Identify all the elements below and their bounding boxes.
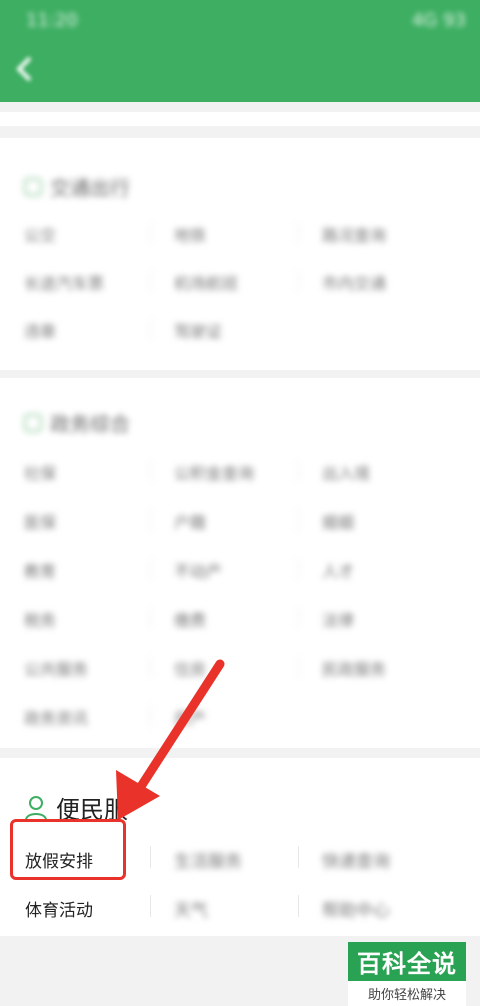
affairs-item[interactable]: 婚姻 (322, 509, 354, 533)
affairs-item[interactable]: 房产 (174, 705, 206, 729)
traffic-section: 交通出行 公交 地铁 路况查询 长途汽车票 机场航班 市内交通 违章 驾驶证 (0, 138, 480, 370)
affairs-item[interactable]: 户籍 (174, 509, 206, 533)
top-strip (0, 112, 480, 126)
traffic-item[interactable]: 驾驶证 (174, 318, 222, 342)
divider (298, 895, 299, 917)
affairs-item[interactable]: 教育 (24, 558, 56, 582)
affairs-item[interactable]: 政务资讯 (24, 705, 88, 729)
affairs-item[interactable]: 法律 (322, 607, 354, 631)
watermark-logo: 百科全说 助你轻松解决 (348, 942, 466, 1006)
affairs-item[interactable]: 出入境 (322, 460, 370, 484)
divider (150, 895, 151, 917)
back-arrow-icon[interactable] (14, 56, 36, 82)
affairs-item[interactable]: 公积金查询 (174, 460, 254, 484)
person-icon (25, 795, 47, 820)
traffic-item[interactable]: 公交 (24, 222, 56, 246)
service-item[interactable]: 快递查询 (322, 847, 390, 872)
highlight-box (10, 819, 126, 880)
affairs-item[interactable]: 人才 (322, 558, 354, 582)
app-header: 11:20 4G 93 (0, 0, 480, 102)
service-item[interactable]: 生活服务 (174, 847, 242, 872)
sports-activities-item[interactable]: 体育活动 (25, 896, 93, 921)
affairs-item[interactable]: 缴费 (174, 607, 206, 631)
traffic-item[interactable]: 违章 (24, 318, 56, 342)
divider (298, 846, 299, 868)
affairs-item[interactable]: 住房 (174, 656, 206, 680)
traffic-item[interactable]: 地铁 (174, 222, 206, 246)
service-item[interactable]: 帮助中心 (322, 896, 390, 921)
service-item[interactable]: 天气 (174, 896, 208, 921)
status-indicators: 4G 93 (411, 10, 466, 31)
affairs-section: 政务综合 社保 公积金查询 出入境 医保 户籍 婚姻 教育 不动产 人才 税务 … (0, 378, 480, 748)
affairs-icon (24, 413, 42, 432)
divider (150, 846, 151, 868)
traffic-item[interactable]: 机场航班 (174, 270, 238, 294)
affairs-section-title: 政务综合 (24, 408, 130, 437)
affairs-item[interactable]: 社保 (24, 460, 56, 484)
traffic-item[interactable]: 市内交通 (322, 270, 386, 294)
status-time: 11:20 (26, 10, 78, 31)
affairs-item[interactable]: 公共服务 (24, 656, 88, 680)
affairs-item[interactable]: 税务 (24, 607, 56, 631)
affairs-item[interactable]: 医保 (24, 509, 56, 533)
traffic-section-title: 交通出行 (24, 172, 130, 201)
traffic-item[interactable]: 长途汽车票 (24, 270, 104, 294)
traffic-item[interactable]: 路况查询 (322, 222, 386, 246)
affairs-item[interactable]: 不动产 (174, 558, 222, 582)
traffic-icon (24, 177, 42, 196)
affairs-item[interactable]: 民政服务 (322, 656, 386, 680)
